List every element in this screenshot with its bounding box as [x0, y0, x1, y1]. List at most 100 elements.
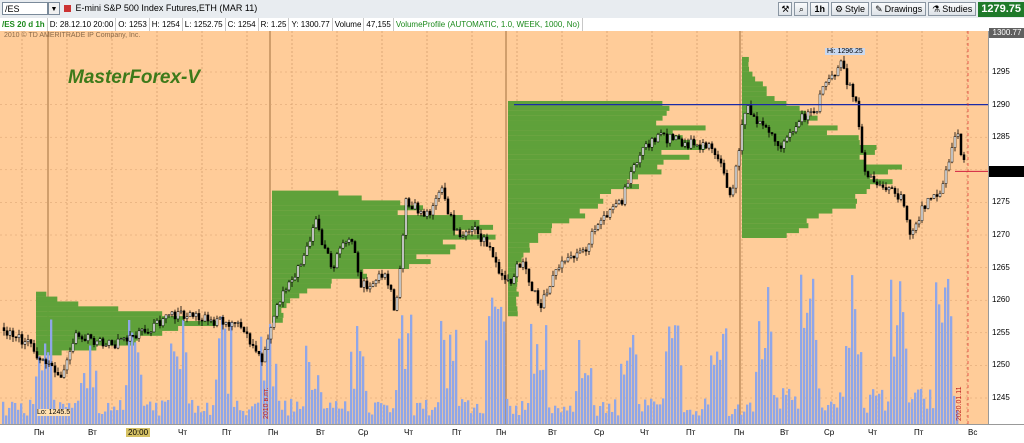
volume-bar	[434, 407, 437, 424]
candle-body	[455, 229, 459, 231]
drawings-button[interactable]: ✎ Drawings	[871, 2, 927, 16]
volume-bar	[131, 332, 134, 424]
price-chart-area[interactable]: 2010 © TD AMERITRADE IP Company, Inc. Ma…	[0, 31, 988, 424]
price-axis[interactable]: 1300.77 12951290128512801275127012651260…	[988, 28, 1024, 424]
candle-body	[557, 267, 561, 270]
volume-bar	[749, 402, 752, 424]
tools-button[interactable]: ⚒	[778, 2, 793, 16]
profile-bar	[508, 218, 570, 224]
candle-body	[161, 318, 165, 327]
symbol-input[interactable]: /ES	[2, 2, 48, 15]
volume-bar	[233, 406, 236, 424]
candle-body	[767, 127, 771, 133]
volume-bar	[179, 369, 182, 424]
profile-bar	[36, 306, 119, 312]
candle-body	[893, 188, 897, 194]
profile-bar	[36, 311, 163, 317]
candle-body	[605, 215, 609, 218]
volume-bar	[647, 405, 650, 424]
candle-body	[734, 165, 738, 189]
day-tick-label: Пт	[222, 428, 232, 437]
volume-bar	[374, 402, 377, 424]
volume-bar	[524, 409, 527, 424]
volume-bar	[872, 389, 875, 424]
profile-bar	[272, 273, 367, 279]
chevron-down-icon: ▼	[50, 6, 58, 13]
candle-body	[386, 273, 390, 286]
candle-body	[548, 286, 552, 294]
candle-body	[542, 294, 546, 309]
candle-body	[176, 311, 180, 320]
profile-bar	[508, 237, 539, 243]
candle-body	[191, 312, 195, 317]
candle-body	[482, 236, 486, 242]
volume-bar	[449, 334, 452, 424]
candle-body	[941, 183, 945, 194]
volume-bar	[32, 404, 35, 424]
candle-body	[35, 351, 39, 359]
volume-bar	[713, 364, 716, 424]
volume-bar	[314, 388, 317, 424]
candle-body	[707, 143, 711, 149]
candle-body	[296, 265, 300, 278]
candle-body	[590, 231, 594, 245]
candle-body	[5, 330, 9, 336]
candle-body	[479, 233, 483, 242]
low-label: Lo: 1245.5	[37, 409, 71, 416]
volume-bar	[425, 399, 428, 424]
volume-bar	[788, 388, 791, 424]
interval-button[interactable]: 1h	[810, 2, 829, 16]
candle-body	[518, 263, 522, 268]
volume-bar	[689, 409, 692, 424]
candle-body	[146, 332, 150, 334]
candle-body	[899, 194, 903, 200]
candle-body	[896, 193, 900, 200]
volume-bar	[611, 411, 614, 424]
candle-body	[263, 349, 267, 363]
volume-bar	[332, 407, 335, 424]
volume-bar	[404, 368, 407, 424]
current-price-tag	[989, 166, 1024, 177]
candle-body	[116, 338, 120, 349]
candle-body	[83, 338, 87, 341]
candle-body	[773, 133, 777, 142]
volume-bar	[677, 325, 680, 424]
time-axis[interactable]: Пн Вт 20:00 Чт Пт Пн Вт Ср Чт Пт Пн Вт Ср Чт Пт Пн Вт Ср Ч…	[0, 424, 1024, 443]
day-tick-label: Ср	[358, 428, 369, 437]
volume-bar	[212, 405, 215, 424]
candle-body	[446, 198, 450, 215]
candle-body	[80, 336, 84, 340]
symbol-dropdown-button[interactable]: ▼	[48, 2, 60, 15]
candle-body	[332, 266, 336, 269]
zoom-button[interactable]: ⌕	[794, 2, 809, 16]
profile-bar	[272, 205, 424, 211]
candle-body	[320, 229, 324, 246]
candle-body	[827, 78, 831, 83]
volume-bar	[710, 355, 713, 424]
candle-body	[449, 213, 453, 216]
candle-body	[839, 60, 843, 69]
volume-bar	[884, 410, 887, 424]
volume-bar	[365, 390, 368, 424]
volume-bar	[488, 316, 491, 424]
candle-body	[20, 334, 24, 345]
volume-bar	[137, 352, 140, 424]
volume-bar	[467, 400, 470, 424]
volume-bar	[254, 403, 257, 424]
candle-body	[629, 171, 633, 184]
flag-icon	[64, 5, 71, 13]
studies-button[interactable]: ⚗ Studies	[928, 2, 977, 16]
style-button[interactable]: ⚙ Style	[830, 2, 870, 16]
candle-body	[59, 374, 63, 378]
profile-bar	[742, 140, 860, 146]
volume-bar	[116, 410, 119, 424]
style-label: Style	[845, 4, 866, 14]
candle-body	[881, 184, 885, 188]
candle-body	[917, 220, 921, 225]
volume-bar	[770, 331, 773, 424]
candle-body	[710, 143, 714, 150]
candle-body	[440, 187, 444, 193]
volume-bar	[95, 370, 98, 424]
candle-body	[929, 197, 933, 200]
volume-bar	[35, 376, 38, 424]
